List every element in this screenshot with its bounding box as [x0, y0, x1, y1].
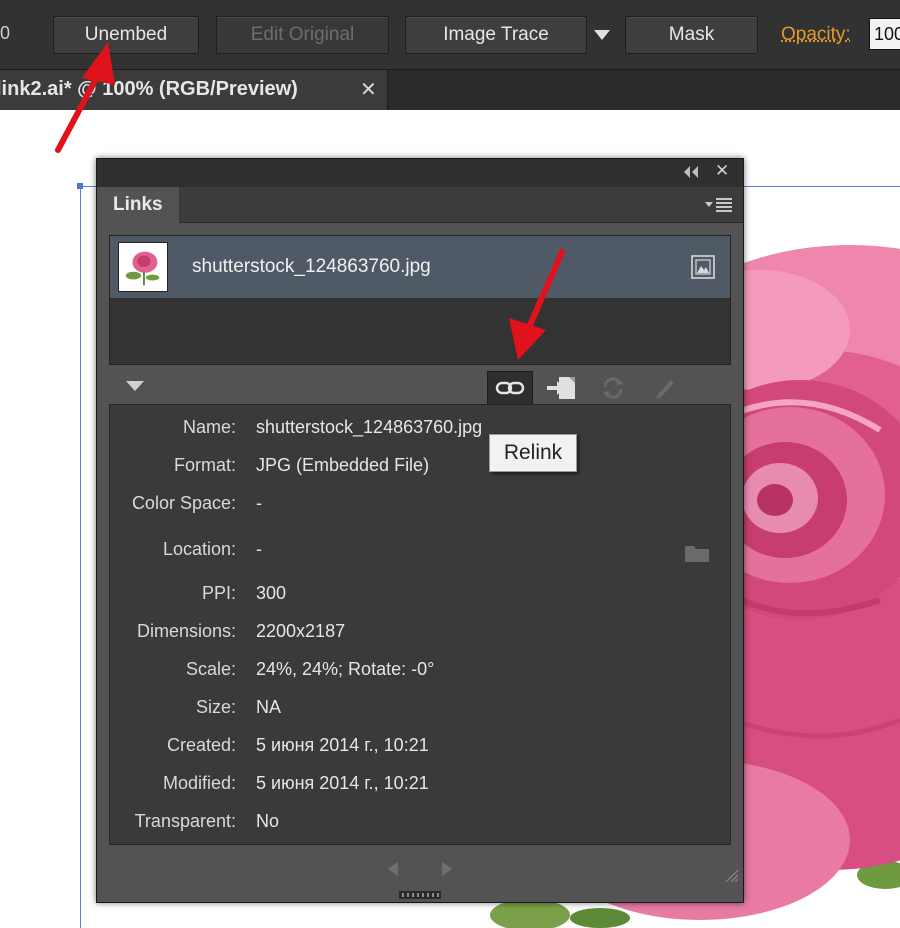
- annotation-overlay: [55, 42, 565, 360]
- annotation-arrow: [55, 42, 115, 153]
- annotation-arrow: [509, 249, 565, 360]
